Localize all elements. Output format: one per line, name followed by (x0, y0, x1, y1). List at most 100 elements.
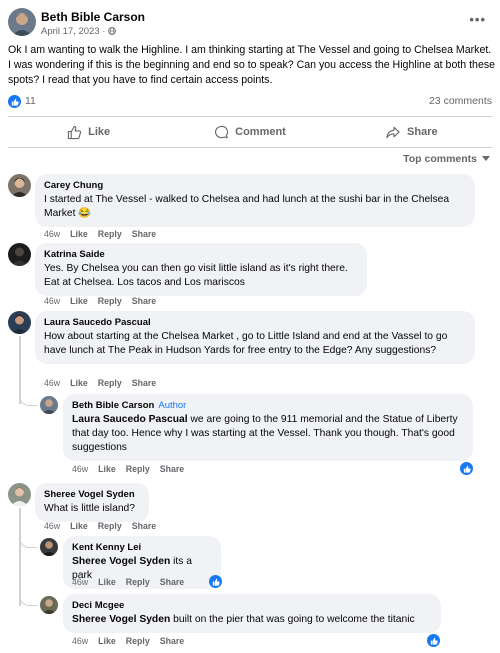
reply-connector (19, 596, 37, 606)
comment-text: How about starting at the Chelsea Market… (44, 331, 448, 356)
comment-actions: 46w Like Reply Share (72, 636, 194, 646)
comment-share-button[interactable]: Share (160, 636, 184, 646)
comment-text-content: I started at The Vessel - walked to Chel… (44, 194, 450, 219)
comment-reply-button[interactable]: Reply (126, 636, 150, 646)
sort-comments-dropdown[interactable]: Top comments (403, 153, 490, 165)
comment-bubble: Carey Chung I started at The Vessel - wa… (35, 174, 475, 227)
chevron-down-icon (482, 156, 490, 161)
commenter-name[interactable]: Deci Mcgee (72, 600, 432, 612)
like-button[interactable]: Like (8, 117, 169, 147)
comment-text: Laura Saucedo Pascual we are going to th… (72, 413, 464, 455)
comment-reply-button[interactable]: Reply (126, 464, 150, 474)
comment-bubble: Beth Bible Carson Author Laura Saucedo Pa… (63, 394, 473, 461)
commenter-name-text[interactable]: Beth Bible Carson (72, 400, 154, 411)
like-reaction-icon[interactable] (8, 95, 21, 108)
avatar[interactable] (8, 311, 31, 334)
comment-like-button[interactable]: Like (70, 229, 88, 239)
comment-like-button[interactable]: Like (70, 296, 88, 306)
commenter-name[interactable]: Carey Chung (44, 180, 466, 192)
avatar[interactable] (40, 538, 58, 556)
reply-connector (19, 396, 37, 406)
laughing-emoji-icon: 😂 (78, 208, 92, 219)
mention-link[interactable]: Sheree Vogel Syden (72, 556, 170, 567)
comment-share-button[interactable]: Share (132, 378, 156, 388)
post-author-name[interactable]: Beth Bible Carson (41, 10, 145, 24)
avatar[interactable] (8, 243, 31, 266)
comment-like-button[interactable]: Like (98, 636, 116, 646)
comment-reply-button[interactable]: Reply (98, 296, 122, 306)
thumbs-up-icon (68, 125, 82, 139)
comment-share-button[interactable]: Share (132, 296, 156, 306)
comment-text-content: built on the pier that was going to welc… (170, 614, 415, 625)
thread-line (19, 508, 21, 606)
comment-like-button[interactable]: Like (70, 378, 88, 388)
comment-text: Sheree Vogel Syden built on the pier tha… (72, 613, 432, 627)
comment-time[interactable]: 46w (44, 378, 60, 388)
comment-share-button[interactable]: Share (160, 464, 184, 474)
comment-time[interactable]: 46w (44, 296, 60, 306)
share-button[interactable]: Share (331, 117, 492, 147)
comment-time[interactable]: 46w (72, 464, 88, 474)
commenter-name[interactable]: Katrina Saide (44, 249, 358, 261)
comment-like-button[interactable]: Like (98, 464, 116, 474)
more-options-icon[interactable]: ••• (469, 12, 486, 27)
like-reaction-icon[interactable] (209, 575, 222, 588)
comment-actions: 46w Like Reply Share (72, 464, 194, 474)
comment-bubble: Sheree Vogel Syden What is little island… (35, 483, 149, 522)
avatar[interactable] (40, 396, 58, 414)
comment-share-button[interactable]: Share (132, 229, 156, 239)
commenter-name[interactable]: Kent Kenny Lei (72, 542, 212, 554)
comment-actions: 46w Like Reply Share (44, 521, 166, 531)
comment-time[interactable]: 46w (72, 636, 88, 646)
post-action-bar: Like Comment Share (8, 117, 492, 147)
avatar[interactable] (40, 596, 58, 614)
comment-reply-button[interactable]: Reply (98, 229, 122, 239)
mention-link[interactable]: Sheree Vogel Syden (72, 614, 170, 625)
comment-bubble: Katrina Saide Yes. By Chelsea you can th… (35, 243, 367, 296)
comment-actions: 46w Like Reply Share (44, 229, 166, 239)
comment-time[interactable]: 46w (44, 229, 60, 239)
comment-reply-button[interactable]: Reply (126, 577, 150, 587)
avatar[interactable] (8, 483, 31, 506)
comment-bubble: Deci Mcgee Sheree Vogel Syden built on t… (63, 594, 441, 633)
commenter-name[interactable]: Beth Bible Carson Author (72, 400, 464, 412)
comment-share-button[interactable]: Share (132, 521, 156, 531)
comment-reply-button[interactable]: Reply (98, 521, 122, 531)
mention-link[interactable]: Laura Saucedo Pascual (72, 414, 188, 425)
comment-text: Yes. By Chelsea you can then go visit li… (44, 263, 348, 288)
post-stats: 11 23 comments (8, 95, 492, 109)
post-date[interactable]: April 17, 2023 · (41, 26, 116, 37)
comment-bubble: Laura Saucedo Pascual How about starting… (35, 311, 475, 364)
comment-text: What is little island? (44, 503, 135, 514)
commenter-name[interactable]: Sheree Vogel Syden (44, 489, 140, 501)
comment-share-button[interactable]: Share (160, 577, 184, 587)
comment-like-button[interactable]: Like (98, 577, 116, 587)
globe-icon (108, 27, 116, 35)
share-icon (386, 126, 400, 138)
like-reaction-icon[interactable] (460, 462, 473, 475)
comment-time[interactable]: 46w (72, 577, 88, 587)
author-avatar[interactable] (8, 8, 36, 36)
like-count[interactable]: 11 (25, 95, 36, 107)
sort-label: Top comments (403, 153, 477, 165)
comment-button[interactable]: Comment (169, 117, 330, 147)
comment-text: I started at The Vessel - walked to Chel… (44, 193, 466, 221)
post-date-text[interactable]: April 17, 2023 · (41, 26, 105, 37)
commenter-name[interactable]: Laura Saucedo Pascual (44, 317, 466, 329)
share-button-label: Share (407, 126, 438, 138)
thread-line (19, 336, 21, 404)
comment-reply-button[interactable]: Reply (98, 378, 122, 388)
comment-like-button[interactable]: Like (70, 521, 88, 531)
divider (8, 147, 492, 148)
comment-icon (215, 125, 229, 138)
comment-time[interactable]: 46w (44, 521, 60, 531)
post-header: Beth Bible Carson April 17, 2023 · ••• (8, 8, 492, 38)
like-button-label: Like (88, 126, 111, 138)
comment-actions: 46w Like Reply Share (44, 378, 166, 388)
avatar[interactable] (8, 174, 31, 197)
author-badge: Author (158, 400, 187, 411)
comment-actions: 46w Like Reply Share (44, 296, 166, 306)
like-reaction-icon[interactable] (427, 634, 440, 647)
comment-button-label: Comment (235, 126, 286, 138)
comment-count[interactable]: 23 comments (429, 95, 492, 107)
